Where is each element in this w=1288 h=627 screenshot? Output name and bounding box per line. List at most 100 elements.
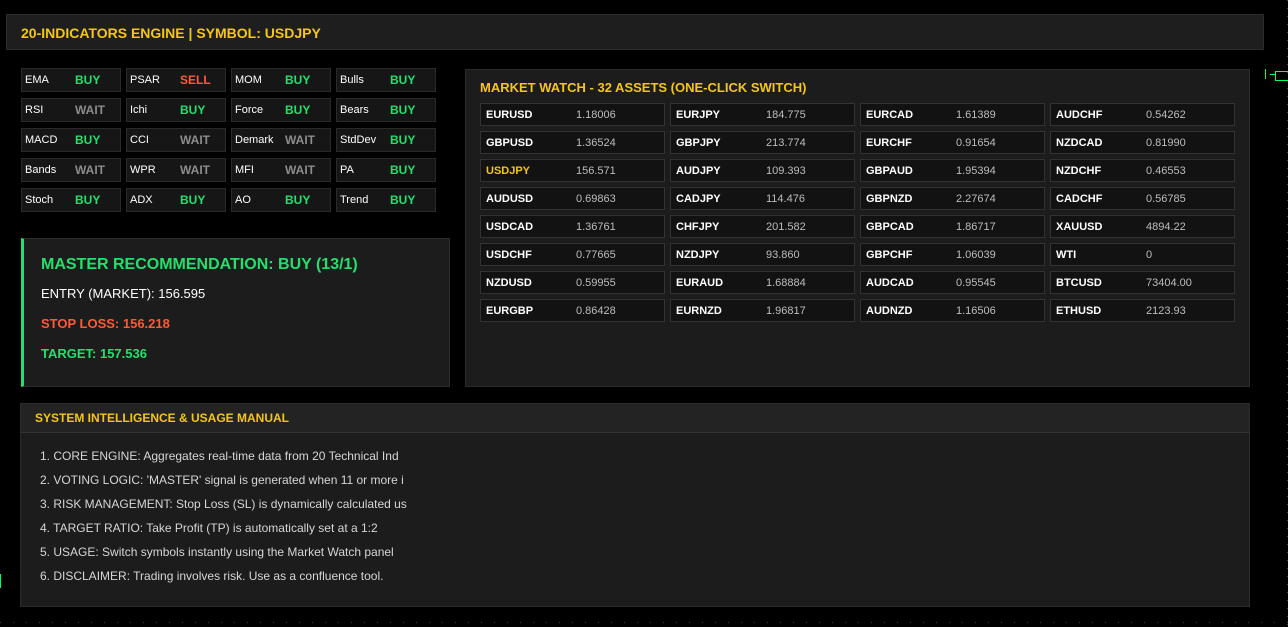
asset-symbol: GBPAUD bbox=[866, 165, 913, 177]
asset-price: 213.774 bbox=[766, 137, 806, 149]
indicator-name: RSI bbox=[25, 104, 44, 116]
asset-button-eurgbp[interactable]: EURGBP 0.86428 bbox=[480, 299, 665, 322]
asset-button-cadjpy[interactable]: CADJPY 114.476 bbox=[670, 187, 855, 210]
asset-button-eurusd[interactable]: EURUSD 1.18006 bbox=[480, 103, 665, 126]
asset-symbol: CADCHF bbox=[1056, 193, 1103, 205]
indicator-signal: BUY bbox=[75, 133, 101, 147]
indicator-cell-psar: PSAR SELL bbox=[126, 68, 226, 92]
asset-button-usdjpy[interactable]: USDJPY 156.571 bbox=[480, 159, 665, 182]
asset-symbol: CADJPY bbox=[676, 193, 721, 205]
asset-button-gbpchf[interactable]: GBPCHF 1.06039 bbox=[860, 243, 1045, 266]
asset-button-nzdchf[interactable]: NZDCHF 0.46553 bbox=[1050, 159, 1235, 182]
asset-button-gbpusd[interactable]: GBPUSD 1.36524 bbox=[480, 131, 665, 154]
indicator-name: PA bbox=[340, 164, 354, 176]
asset-button-nzdcad[interactable]: NZDCAD 0.81990 bbox=[1050, 131, 1235, 154]
indicator-name: PSAR bbox=[130, 74, 160, 86]
asset-button-usdcad[interactable]: USDCAD 1.36761 bbox=[480, 215, 665, 238]
asset-button-audjpy[interactable]: AUDJPY 109.393 bbox=[670, 159, 855, 182]
indicator-cell-wpr: WPR WAIT bbox=[126, 158, 226, 182]
asset-button-audchf[interactable]: AUDCHF 0.54262 bbox=[1050, 103, 1235, 126]
asset-button-gbpnzd[interactable]: GBPNZD 2.27674 bbox=[860, 187, 1045, 210]
master-recommendation-panel: MASTER RECOMMENDATION: BUY (13/1) ENTRY … bbox=[21, 238, 450, 387]
indicator-signal: WAIT bbox=[285, 163, 315, 177]
asset-price: 109.393 bbox=[766, 165, 806, 177]
asset-symbol: EURGBP bbox=[486, 305, 534, 317]
asset-symbol: EURUSD bbox=[486, 109, 533, 121]
indicator-cell-ichi: Ichi BUY bbox=[126, 98, 226, 122]
asset-button-ethusd[interactable]: ETHUSD 2123.93 bbox=[1050, 299, 1235, 322]
indicator-signal: SELL bbox=[180, 73, 211, 87]
indicator-name: Bears bbox=[340, 104, 369, 116]
asset-button-eurcad[interactable]: EURCAD 1.61389 bbox=[860, 103, 1045, 126]
asset-price: 0.46553 bbox=[1146, 165, 1186, 177]
indicator-cell-mom: MOM BUY bbox=[231, 68, 331, 92]
asset-button-eurnzd[interactable]: EURNZD 1.96817 bbox=[670, 299, 855, 322]
asset-price: 114.476 bbox=[766, 193, 805, 205]
asset-button-audnzd[interactable]: AUDNZD 1.16506 bbox=[860, 299, 1045, 322]
asset-price: 0.95545 bbox=[956, 277, 996, 289]
asset-button-chfjpy[interactable]: CHFJPY 201.582 bbox=[670, 215, 855, 238]
asset-price: 1.96817 bbox=[766, 305, 806, 317]
indicator-cell-trend: Trend BUY bbox=[336, 188, 436, 212]
asset-symbol: ETHUSD bbox=[1056, 305, 1102, 317]
asset-price: 2123.93 bbox=[1146, 305, 1186, 317]
dashboard-title: 20-INDICATORS ENGINE | SYMBOL: USDJPY bbox=[21, 25, 321, 41]
asset-price: 0.69863 bbox=[576, 193, 616, 205]
asset-symbol: USDCHF bbox=[486, 249, 532, 261]
indicator-name: MOM bbox=[235, 74, 262, 86]
asset-button-wti[interactable]: WTI 0 bbox=[1050, 243, 1235, 266]
asset-button-gbpjpy[interactable]: GBPJPY 213.774 bbox=[670, 131, 855, 154]
asset-symbol: AUDNZD bbox=[866, 305, 913, 317]
asset-symbol: GBPNZD bbox=[866, 193, 913, 205]
asset-symbol: AUDJPY bbox=[676, 165, 721, 177]
indicator-name: Demark bbox=[235, 134, 274, 146]
market-watch-title: MARKET WATCH - 32 ASSETS (ONE-CLICK SWIT… bbox=[480, 80, 807, 95]
asset-button-audusd[interactable]: AUDUSD 0.69863 bbox=[480, 187, 665, 210]
asset-symbol: NZDCAD bbox=[1056, 137, 1103, 149]
asset-button-usdchf[interactable]: USDCHF 0.77665 bbox=[480, 243, 665, 266]
indicator-signal: BUY bbox=[75, 193, 101, 207]
price-level-marker[interactable] bbox=[1275, 71, 1288, 81]
price-level-tick bbox=[1265, 69, 1266, 79]
target-price: TARGET: 157.536 bbox=[41, 346, 147, 361]
asset-price: 0.56785 bbox=[1146, 193, 1186, 205]
asset-button-nzdusd[interactable]: NZDUSD 0.59955 bbox=[480, 271, 665, 294]
manual-line: 1. CORE ENGINE: Aggregates real-time dat… bbox=[40, 449, 399, 463]
asset-button-euraud[interactable]: EURAUD 1.68884 bbox=[670, 271, 855, 294]
indicator-cell-rsi: RSI WAIT bbox=[21, 98, 121, 122]
indicator-name: AO bbox=[235, 194, 251, 206]
indicator-name: MFI bbox=[235, 164, 254, 176]
manual-line: 2. VOTING LOGIC: 'MASTER' signal is gene… bbox=[40, 473, 404, 487]
indicator-signal: BUY bbox=[285, 193, 311, 207]
indicator-signal: BUY bbox=[285, 73, 311, 87]
indicator-signal: WAIT bbox=[75, 103, 105, 117]
indicator-signal: BUY bbox=[390, 103, 416, 117]
indicator-cell-bands: Bands WAIT bbox=[21, 158, 121, 182]
asset-price: 0.54262 bbox=[1146, 109, 1186, 121]
asset-button-eurjpy[interactable]: EURJPY 184.775 bbox=[670, 103, 855, 126]
usage-manual-panel: SYSTEM INTELLIGENCE & USAGE MANUAL 1. CO… bbox=[20, 403, 1250, 607]
asset-button-nzdjpy[interactable]: NZDJPY 93.860 bbox=[670, 243, 855, 266]
asset-button-cadchf[interactable]: CADCHF 0.56785 bbox=[1050, 187, 1235, 210]
asset-price: 0 bbox=[1146, 249, 1153, 261]
asset-price: 4894.22 bbox=[1146, 221, 1186, 233]
asset-button-btcusd[interactable]: BTCUSD 73404.00 bbox=[1050, 271, 1235, 294]
manual-line: 5. USAGE: Switch symbols instantly using… bbox=[40, 545, 394, 559]
asset-price: 0.91654 bbox=[956, 137, 996, 149]
asset-button-eurchf[interactable]: EURCHF 0.91654 bbox=[860, 131, 1045, 154]
asset-button-gbpcad[interactable]: GBPCAD 1.86717 bbox=[860, 215, 1045, 238]
asset-symbol: USDCAD bbox=[486, 221, 534, 233]
manual-line: 6. DISCLAIMER: Trading involves risk. Us… bbox=[40, 569, 384, 583]
indicator-cell-bears: Bears BUY bbox=[336, 98, 436, 122]
asset-button-audcad[interactable]: AUDCAD 0.95545 bbox=[860, 271, 1045, 294]
asset-button-xauusd[interactable]: XAUUSD 4894.22 bbox=[1050, 215, 1235, 238]
asset-symbol: AUDCAD bbox=[866, 277, 914, 289]
usage-manual-header: SYSTEM INTELLIGENCE & USAGE MANUAL bbox=[21, 404, 1249, 433]
asset-button-gbpaud[interactable]: GBPAUD 1.95394 bbox=[860, 159, 1045, 182]
market-watch-panel: MARKET WATCH - 32 ASSETS (ONE-CLICK SWIT… bbox=[465, 69, 1250, 387]
asset-symbol: XAUUSD bbox=[1056, 221, 1103, 233]
asset-price: 156.571 bbox=[576, 165, 616, 177]
asset-price: 2.27674 bbox=[956, 193, 996, 205]
indicator-name: Bands bbox=[25, 164, 57, 176]
asset-symbol: NZDCHF bbox=[1056, 165, 1102, 177]
